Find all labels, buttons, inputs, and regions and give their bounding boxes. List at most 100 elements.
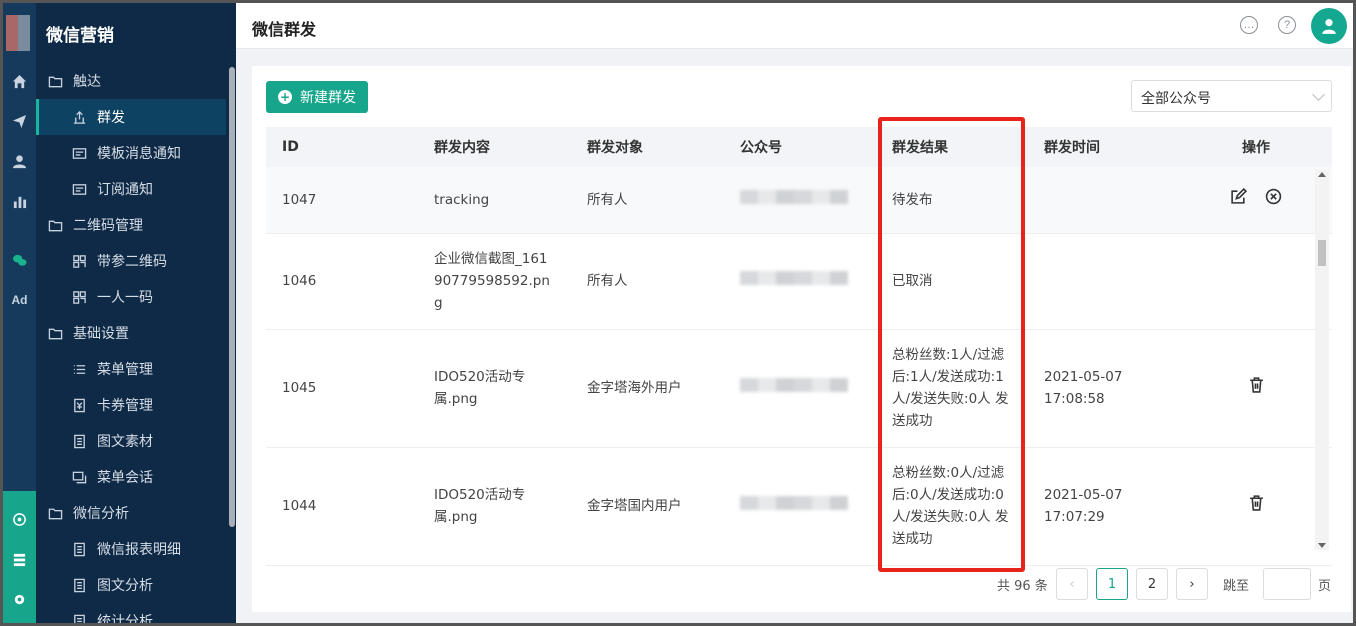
menu-group-analytics[interactable]: 微信分析 [36,495,236,531]
cell-actions [1180,167,1332,234]
broadcast-icon [73,110,86,124]
cell-content: IDO520活动专属.png [418,447,571,566]
sidebar-item-stats[interactable]: 统计分析 [36,603,226,623]
sidebar-item-mass-send[interactable]: 群发 [36,99,226,135]
sidebar-item-menu-manage[interactable]: 菜单管理 [36,351,226,387]
column-header-target[interactable]: 群发对象 [571,127,724,167]
ad-icon[interactable]: Ad [3,289,36,311]
menu-group-label: 基础设置 [73,326,129,342]
scroll-up-icon[interactable] [1318,172,1326,177]
column-header-id[interactable]: ID [266,127,418,167]
folder-icon [48,220,63,231]
message-card-icon [72,183,87,195]
server-icon[interactable] [3,548,36,570]
sidebar-item-article-analysis[interactable]: 图文分析 [36,567,226,603]
qrcode-icon [73,290,86,304]
menu-group-basic-settings[interactable]: 基础设置 [36,315,236,351]
cell-target: 金字塔国内用户 [571,447,724,566]
cell-content: tracking [418,167,571,234]
cell-time [1028,167,1180,234]
column-header-result[interactable]: 群发结果 [876,127,1028,167]
cell-id: 1044 [266,447,418,566]
app-window: Ad 微信营销 触达 群发 模板消息通知 订阅通知 二维码管理 带参二维码 一人… [3,3,1353,623]
sidebar-scrollbar[interactable] [229,67,235,527]
jump-label: 跳至 [1223,578,1250,594]
menu-group-qrcode[interactable]: 二维码管理 [36,207,236,243]
cell-content: 企业微信截图_16190779598592.png [418,233,571,330]
chevron-down-icon [1312,88,1325,101]
coupon-icon [74,398,85,412]
blurred-account [740,496,848,510]
plus-icon: + [278,90,292,104]
trash-icon[interactable] [1247,376,1265,394]
blurred-account [740,189,848,204]
page-suffix: 页 [1318,578,1332,594]
sidebar-item-label: 带参二维码 [97,254,167,270]
cell-id: 1045 [266,329,418,448]
trash-icon[interactable] [1247,494,1265,512]
table-scrollbar[interactable] [1315,170,1329,550]
chevron-right-icon: › [1189,576,1195,592]
sidebar-item-template-msg[interactable]: 模板消息通知 [36,135,226,171]
sidebar-item-one-code[interactable]: 一人一码 [36,279,226,315]
message-card-icon [72,147,87,159]
account-select[interactable]: 全部公众号 [1131,80,1332,112]
document-icon [74,542,85,556]
table-row: 1045 IDO520活动专属.png 金字塔海外用户 总粉丝数:1人/过滤后:… [266,329,1332,448]
network-icon[interactable] [3,508,36,530]
cell-content: IDO520活动专属.png [418,329,571,448]
wechat-icon[interactable] [3,249,36,271]
cancel-icon[interactable] [1264,188,1282,206]
chat-bubble-icon[interactable]: … [1240,16,1258,34]
bar-chart-icon[interactable] [3,190,36,212]
column-header-time[interactable]: 群发时间 [1028,127,1180,167]
prev-page-button[interactable]: ‹ [1056,568,1088,600]
sidebar-item-label: 一人一码 [97,290,153,306]
sidebar-item-label: 微信报表明细 [97,542,181,558]
sidebar-item-report-detail[interactable]: 微信报表明细 [36,531,226,567]
page-button[interactable]: 1 [1096,568,1128,600]
table-header-row: ID 群发内容 群发对象 公众号 群发结果 群发时间 操作 [266,127,1332,167]
page-button[interactable]: 2 [1136,568,1168,600]
cell-id: 1047 [266,167,418,234]
sidebar-item-label: 订阅通知 [97,182,153,198]
cell-target: 所有人 [571,167,724,234]
next-page-button[interactable]: › [1176,568,1208,600]
cell-actions [1180,233,1332,330]
cell-result: 已取消 [876,233,1028,330]
pagination-total: 共 96 条 [997,578,1048,594]
send-icon[interactable] [3,110,36,132]
settings-icon[interactable] [3,588,36,610]
menu-group-reach[interactable]: 触达 [36,63,236,99]
sidebar-item-article-material[interactable]: 图文素材 [36,423,226,459]
cell-target: 所有人 [571,233,724,330]
sidebar: 微信营销 触达 群发 模板消息通知 订阅通知 二维码管理 带参二维码 一人一码 [36,3,236,623]
edit-icon[interactable] [1230,188,1248,206]
cell-target: 金字塔海外用户 [571,329,724,448]
avatar[interactable] [1311,8,1347,44]
sidebar-item-coupon[interactable]: 卡券管理 [36,387,226,423]
scroll-thumb[interactable] [1318,240,1326,266]
scroll-down-icon[interactable] [1318,543,1326,548]
blurred-account [740,271,848,285]
cell-actions [1180,329,1332,448]
sidebar-item-param-qrcode[interactable]: 带参二维码 [36,243,226,279]
app-logo [6,15,30,51]
folder-icon [48,328,63,339]
rail-bottom-panel [3,491,36,623]
sidebar-brand: 微信营销 [46,26,114,46]
sidebar-item-menu-session[interactable]: 菜单会话 [36,459,226,495]
menu-group-label: 微信分析 [73,506,129,522]
column-header-content[interactable]: 群发内容 [418,127,571,167]
cell-actions [1180,447,1332,566]
user-icon[interactable] [3,150,36,172]
column-header-account[interactable]: 公众号 [724,127,876,167]
table-row: 1046 企业微信截图_16190779598592.png 所有人 已取消 [266,233,1332,330]
home-icon[interactable] [3,70,36,92]
cell-result: 总粉丝数:0人/过滤后:0人/发送成功:0人/发送失败:0人 发送成功 [876,447,1028,566]
new-mass-send-button[interactable]: + 新建群发 [266,81,368,113]
sidebar-item-subscribe[interactable]: 订阅通知 [36,171,226,207]
help-circle-icon[interactable]: ? [1278,16,1296,34]
icon-rail: Ad [3,3,36,623]
jump-page-input[interactable] [1263,568,1311,600]
